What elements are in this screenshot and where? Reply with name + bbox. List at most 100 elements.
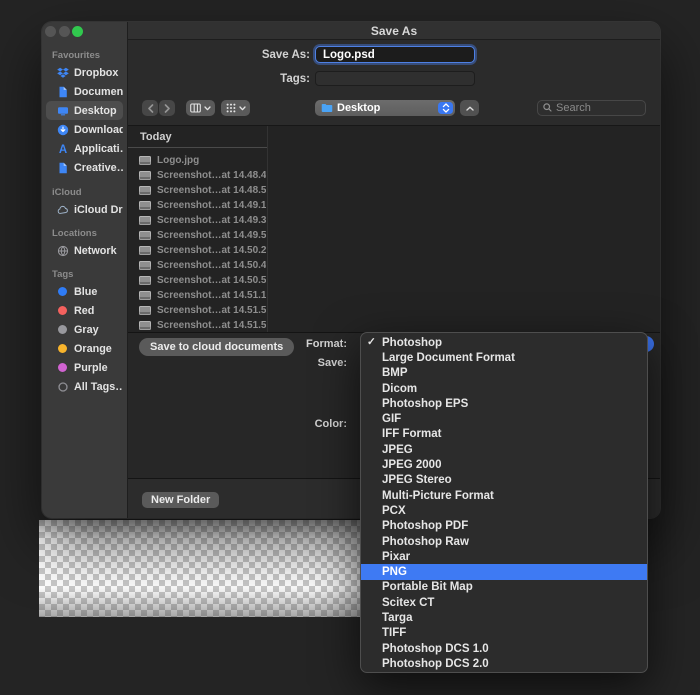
filename-input[interactable] <box>315 46 475 63</box>
tags-label: Tags: <box>128 72 310 86</box>
sidebar-section-tags: TagsBlueRedGrayOrangePurpleAll Tags… <box>42 267 127 396</box>
sidebar-item-icloud-dri[interactable]: iCloud Dri… <box>46 200 123 219</box>
menu-item-scitex-ct[interactable]: Scitex CT <box>361 595 647 610</box>
file-thumbnail-icon <box>139 306 151 315</box>
menu-item-label: Photoshop DCS 1.0 <box>382 643 489 655</box>
sidebar-item-network[interactable]: Network <box>46 241 123 260</box>
file-row-screenshot-at-14-48-42[interactable]: Screenshot…at 14.48.42 <box>128 168 266 183</box>
file-row-screenshot-at-14-49-59[interactable]: Screenshot…at 14.49.59 <box>128 228 266 243</box>
file-name: Screenshot…at 14.50.27 <box>157 245 266 256</box>
sidebar-section-favourites: FavouritesDropboxDocumentsDesktop Downloa… <box>42 48 127 177</box>
menu-item-jpeg[interactable]: JPEG <box>361 442 647 457</box>
search-field[interactable] <box>537 100 646 116</box>
menu-item-label: Photoshop PDF <box>382 520 468 532</box>
save-label: Save: <box>128 355 347 372</box>
file-row-screenshot-at-14-51-58[interactable]: Screenshot…at 14.51.58 <box>128 318 266 333</box>
sidebar-item-all-tags[interactable]: All Tags… <box>46 377 123 396</box>
file-row-screenshot-at-14-50-56[interactable]: Screenshot…at 14.50.56 <box>128 273 266 288</box>
tag-dot-icon <box>56 342 69 355</box>
file-row-screenshot-at-14-50-27[interactable]: Screenshot…at 14.50.27 <box>128 243 266 258</box>
file-row-screenshot-at-14-51-50[interactable]: Screenshot…at 14.51.50 <box>128 303 266 318</box>
sidebar-item-dropbox[interactable]: Dropbox <box>46 63 123 82</box>
icloud-icon <box>56 203 69 216</box>
menu-item-jpeg-stereo[interactable]: JPEG Stereo <box>361 473 647 488</box>
menu-item-photoshop-raw[interactable]: Photoshop Raw <box>361 534 647 549</box>
sidebar-item-creative[interactable]: Creative… <box>46 158 123 177</box>
file-name: Screenshot…at 14.50.56 <box>157 275 266 286</box>
file-row-screenshot-at-14-49-36[interactable]: Screenshot…at 14.49.36 <box>128 213 266 228</box>
menu-item-multi-picture-format[interactable]: Multi-Picture Format <box>361 488 647 503</box>
sidebar-item-label: All Tags… <box>74 381 123 393</box>
menu-item-photoshop-pdf[interactable]: Photoshop PDF <box>361 519 647 534</box>
menu-item-photoshop-dcs-2-0[interactable]: Photoshop DCS 2.0 <box>361 656 647 671</box>
file-row-screenshot-at-14-49-13[interactable]: Screenshot…at 14.49.13 <box>128 198 266 213</box>
sidebar-section-label: iCloud <box>42 185 127 200</box>
menu-item-targa[interactable]: Targa <box>361 610 647 625</box>
sidebar-section-label: Favourites <box>42 48 127 63</box>
sidebar-item-applicati[interactable]: AApplicati… <box>46 139 123 158</box>
file-row-screenshot-at-14-48-58[interactable]: Screenshot…at 14.48.58 <box>128 183 266 198</box>
collapse-dialog-button[interactable] <box>460 100 479 116</box>
sidebar-item-orange[interactable]: Orange <box>46 339 123 358</box>
file-name: Screenshot…at 14.51.50 <box>157 305 266 316</box>
location-popup[interactable]: Desktop <box>315 100 455 116</box>
chevron-up-icon <box>466 106 474 111</box>
menu-item-photoshop-eps[interactable]: Photoshop EPS <box>361 396 647 411</box>
menu-item-bmp[interactable]: BMP <box>361 366 647 381</box>
menu-item-label: Photoshop DCS 2.0 <box>382 658 489 670</box>
minimize-button[interactable] <box>59 26 70 37</box>
sidebar-item-downloads[interactable]: Downloads <box>46 120 123 139</box>
tag-dot-icon <box>56 285 69 298</box>
search-input[interactable] <box>556 102 640 114</box>
chevron-down-icon <box>239 106 246 111</box>
dialog-title: Save As <box>128 22 660 40</box>
fullscreen-button[interactable] <box>72 26 83 37</box>
tags-input[interactable] <box>315 71 475 86</box>
column-view-button[interactable] <box>186 100 215 116</box>
back-button[interactable] <box>142 100 158 116</box>
menu-item-iff-format[interactable]: IFF Format <box>361 427 647 442</box>
sidebar-item-blue[interactable]: Blue <box>46 282 123 301</box>
new-folder-button[interactable]: New Folder <box>142 492 219 508</box>
sidebar-item-label: Orange <box>74 343 112 355</box>
dialog-sidebar: FavouritesDropboxDocumentsDesktop Downloa… <box>42 22 128 518</box>
menu-item-photoshop-dcs-1-0[interactable]: Photoshop DCS 1.0 <box>361 641 647 656</box>
menu-item-large-document-format[interactable]: Large Document Format <box>361 350 647 365</box>
svg-text:A: A <box>58 144 66 155</box>
sidebar-item-purple[interactable]: Purple <box>46 358 123 377</box>
file-row-screenshot-at-14-51-13[interactable]: Screenshot…at 14.51.13 <box>128 288 266 303</box>
menu-item-gif[interactable]: GIF <box>361 411 647 426</box>
sidebar-item-documents[interactable]: Documents <box>46 82 123 101</box>
sidebar-item-red[interactable]: Red <box>46 301 123 320</box>
tag-dot-icon <box>56 304 69 317</box>
menu-item-tiff[interactable]: TIFF <box>361 626 647 641</box>
group-view-button[interactable] <box>221 100 250 116</box>
menu-item-pixar[interactable]: Pixar <box>361 549 647 564</box>
file-thumbnail-icon <box>139 291 151 300</box>
menu-item-dicom[interactable]: Dicom <box>361 381 647 396</box>
file-name: Logo.jpg <box>157 155 199 166</box>
close-button[interactable] <box>45 26 56 37</box>
file-thumbnail-icon <box>139 201 151 210</box>
window-controls <box>45 26 83 37</box>
forward-button[interactable] <box>159 100 175 116</box>
menu-item-photoshop[interactable]: ✓Photoshop <box>361 335 647 350</box>
menu-item-portable-bit-map[interactable]: Portable Bit Map <box>361 580 647 595</box>
sidebar-item-label: Network <box>74 245 117 257</box>
file-thumbnail-icon <box>139 276 151 285</box>
network-icon <box>56 244 69 257</box>
file-thumbnail-icon <box>139 171 151 180</box>
file-row-logo-jpg[interactable]: Logo.jpg <box>128 153 266 168</box>
menu-item-jpeg-2000[interactable]: JPEG 2000 <box>361 457 647 472</box>
menu-item-pcx[interactable]: PCX <box>361 503 647 518</box>
file-row-screenshot-at-14-50-43[interactable]: Screenshot…at 14.50.43 <box>128 258 266 273</box>
all-tags-icon <box>56 380 69 393</box>
sidebar-item-label: Downloads <box>74 124 123 136</box>
file-thumbnail-icon <box>139 186 151 195</box>
menu-item-png[interactable]: PNG <box>361 564 647 579</box>
file-name: Screenshot…at 14.50.43 <box>157 260 266 271</box>
color-label: Color: <box>128 416 347 433</box>
format-menu-items: ✓PhotoshopLarge Document FormatBMPDicomP… <box>361 335 647 672</box>
sidebar-item-gray[interactable]: Gray <box>46 320 123 339</box>
sidebar-item-desktop[interactable]: Desktop <box>46 101 123 120</box>
